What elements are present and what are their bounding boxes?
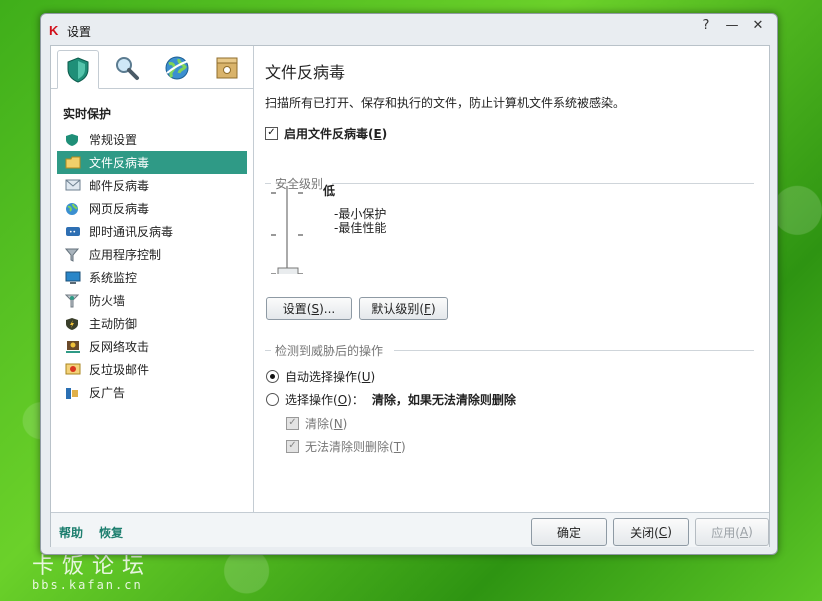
network-attack-icon — [65, 340, 81, 354]
globe-icon — [165, 56, 189, 80]
tab-protection[interactable] — [57, 50, 99, 89]
shield-icon — [65, 133, 81, 147]
chat-icon: •• — [65, 225, 81, 239]
sidebar-item-anti-banner[interactable]: 反广告 — [57, 381, 247, 404]
shield-icon — [67, 56, 89, 83]
close-icon[interactable]: ✕ — [747, 17, 769, 34]
tab-scan[interactable] — [107, 51, 147, 85]
sidebar-item-label: 常规设置 — [89, 133, 138, 147]
sidebar-nav: 常规设置 文件反病毒 邮件反病毒 网页反病毒 •• 即时通讯反病毒 应用程序控制… — [57, 128, 247, 404]
minimize-icon[interactable]: — — [721, 17, 743, 34]
main-panel: 文件反病毒 扫描所有已打开、保存和执行的文件，防止计算机文件系统被感染。 ✓ 启… — [254, 46, 769, 512]
apply-button[interactable]: 应用(A) — [695, 518, 769, 546]
checkbox-checked-icon[interactable]: ✓ — [286, 417, 299, 430]
sidebar-item-label: 应用程序控制 — [89, 248, 162, 262]
sidebar-item-system-watcher[interactable]: 系统监控 — [57, 266, 247, 289]
sidebar-item-label: 系统监控 — [89, 271, 138, 285]
choose-action-value: 清除，如果无法清除则删除 — [371, 393, 516, 407]
sidebar-item-mail-antivirus[interactable]: 邮件反病毒 — [57, 174, 247, 197]
sidebar-item-label: 即时通讯反病毒 — [89, 225, 174, 239]
kaspersky-logo-icon: K — [49, 23, 59, 38]
choose-action-radio[interactable]: 选择操作(O)： 清除，如果无法清除则删除 — [266, 391, 516, 408]
level-settings-button[interactable]: 设置(S)... — [266, 297, 352, 320]
left-panel: 实时保护 常规设置 文件反病毒 邮件反病毒 网页反病毒 •• 即时通讯反病毒 应… — [51, 46, 254, 512]
sidebar-item-web-antivirus[interactable]: 网页反病毒 — [57, 197, 247, 220]
security-level-bullet: -最佳性能 — [334, 221, 387, 235]
firewall-icon — [64, 294, 81, 308]
default-level-button[interactable]: 默认级别(F) — [359, 297, 448, 320]
settings-window: K 设置 ? — ✕ 实时保护 常规设置 文件反病毒 邮件反病毒 网页反病毒 •… — [40, 13, 778, 555]
close-button[interactable]: 关闭(C) — [613, 518, 689, 546]
sidebar-item-label: 反垃圾邮件 — [89, 363, 150, 377]
sidebar-item-label: 反网络攻击 — [89, 340, 150, 354]
sidebar-item-firewall[interactable]: 防火墙 — [57, 289, 247, 312]
monitor-icon — [65, 271, 81, 285]
sidebar-item-im-antivirus[interactable]: •• 即时通讯反病毒 — [57, 220, 247, 243]
tab-settings[interactable] — [207, 51, 247, 85]
choose-action-label: 选择操作(O)： — [285, 393, 364, 407]
sidebar-item-label: 防火墙 — [89, 294, 126, 308]
box-icon — [216, 57, 238, 79]
radio-unselected-icon[interactable] — [266, 393, 279, 406]
radio-selected-icon[interactable] — [266, 370, 279, 383]
divider — [394, 350, 754, 351]
sidebar-item-general[interactable]: 常规设置 — [57, 128, 247, 151]
folder-icon — [65, 156, 81, 170]
delete-if-fail-checkbox[interactable]: ✓ 无法清除则删除(T) — [286, 438, 406, 455]
sidebar-item-label: 反广告 — [89, 386, 126, 400]
sidebar-item-label: 主动防御 — [89, 317, 138, 331]
auto-action-radio[interactable]: 自动选择操作(U) — [266, 368, 375, 385]
page-description: 扫描所有已打开、保存和执行的文件，防止计算机文件系统被感染。 — [265, 96, 626, 110]
clean-checkbox[interactable]: ✓ 清除(N) — [286, 415, 347, 432]
sidebar-item-label: 文件反病毒 — [89, 156, 150, 170]
mail-icon — [65, 179, 81, 193]
sidebar-item-file-antivirus[interactable]: 文件反病毒 — [57, 151, 247, 174]
antibanner-icon — [65, 386, 81, 400]
security-level-name: 低 — [323, 184, 336, 198]
help-link[interactable]: 帮助 — [59, 524, 83, 541]
bottom-bar: 帮助 恢复 确定 关闭(C) 应用(A) — [51, 512, 769, 547]
security-level-slider[interactable]: 低 -最小保护 -最佳性能 — [268, 184, 428, 279]
tab-bar — [51, 46, 253, 89]
title-bar[interactable]: K 设置 ? — ✕ — [41, 14, 777, 46]
globe-icon — [65, 202, 81, 216]
section-title: 实时保护 — [63, 107, 112, 121]
window-title: 设置 — [67, 25, 92, 39]
client-area: 实时保护 常规设置 文件反病毒 邮件反病毒 网页反病毒 •• 即时通讯反病毒 应… — [50, 45, 770, 547]
svg-text:••: •• — [69, 229, 76, 236]
antispam-icon — [65, 363, 81, 377]
clean-label: 清除(N) — [305, 417, 348, 431]
delete-label: 无法清除则删除(T) — [305, 440, 406, 454]
sidebar-item-proactive-defense[interactable]: 主动防御 — [57, 312, 247, 335]
sidebar-item-label: 邮件反病毒 — [89, 179, 150, 193]
defense-icon — [65, 317, 81, 331]
sidebar-item-anti-spam[interactable]: 反垃圾邮件 — [57, 358, 247, 381]
checkbox-checked-icon[interactable]: ✓ — [286, 440, 299, 453]
sidebar-item-app-control[interactable]: 应用程序控制 — [57, 243, 247, 266]
enable-file-antivirus-checkbox[interactable]: ✓ 启用文件反病毒(E) — [265, 125, 387, 142]
page-title: 文件反病毒 — [265, 63, 346, 82]
enable-label: 启用文件反病毒(E) — [284, 127, 388, 141]
action-group-title: 检测到威胁后的操作 — [265, 342, 383, 359]
auto-action-label: 自动选择操作(U) — [285, 370, 376, 384]
funnel-icon — [64, 248, 81, 262]
sidebar-item-label: 网页反病毒 — [89, 202, 150, 216]
checkbox-checked-icon[interactable]: ✓ — [265, 127, 278, 140]
ok-button[interactable]: 确定 — [531, 518, 607, 546]
magnifier-icon — [116, 57, 139, 80]
help-icon[interactable]: ? — [695, 17, 717, 34]
restore-link[interactable]: 恢复 — [99, 524, 123, 541]
watermark-url: bbs.kafan.cn — [32, 578, 143, 592]
tab-update[interactable] — [157, 51, 197, 85]
sidebar-item-network-attack[interactable]: 反网络攻击 — [57, 335, 247, 358]
